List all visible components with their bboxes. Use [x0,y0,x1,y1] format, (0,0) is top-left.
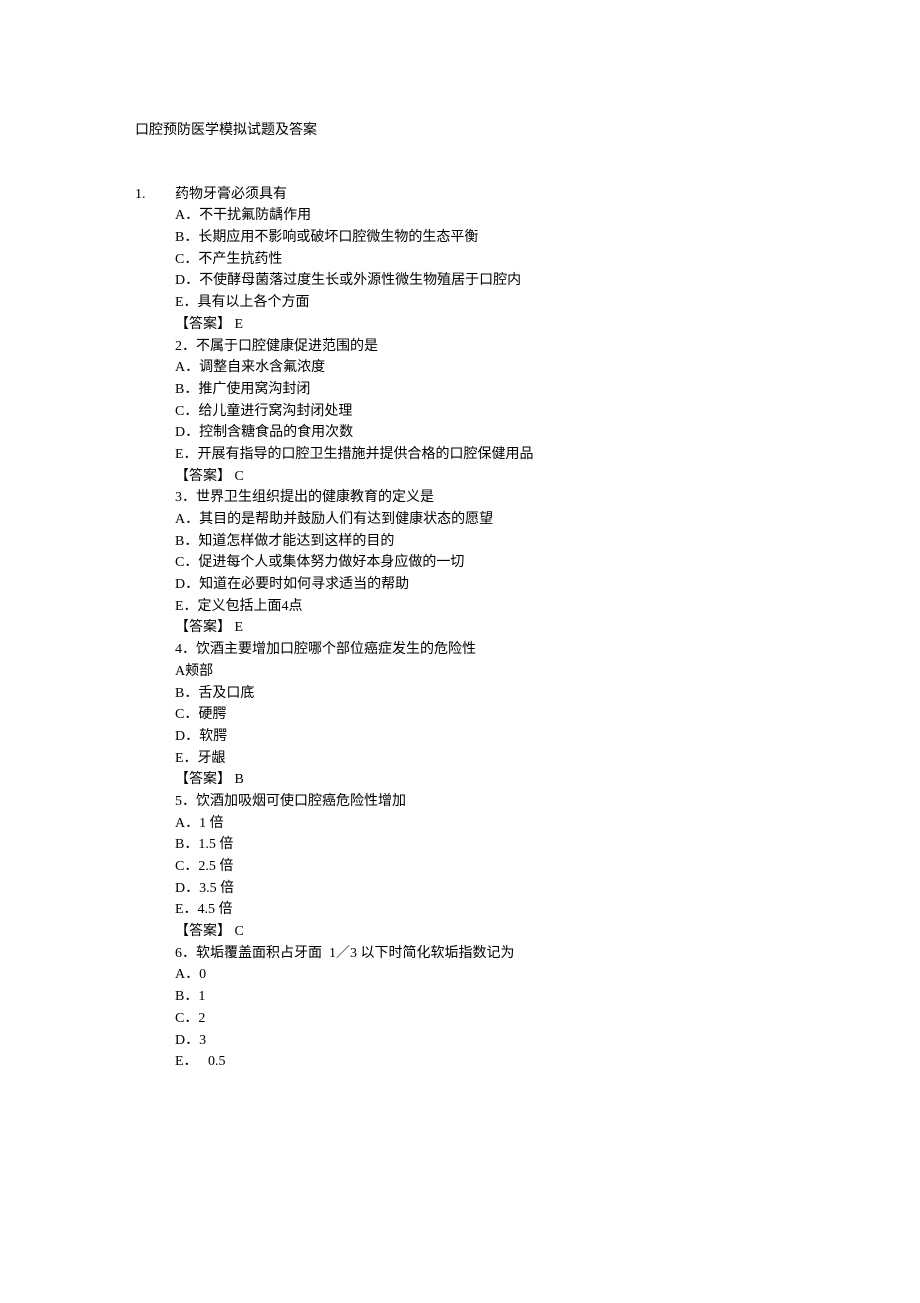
question-4-stem: 4．饮酒主要增加口腔哪个部位癌症发生的危险性 [175,639,785,661]
option-b: B．知道怎样做才能达到这样的目的 [175,531,785,553]
answer-label: 【答案】 E [175,314,785,336]
option-c: C．2.5 倍 [175,856,785,878]
question-1-body: A．不干扰氟防龋作用 B．长期应用不影响或破坏口腔微生物的生态平衡 C．不产生抗… [135,205,785,1073]
document-title: 口腔预防医学模拟试题及答案 [135,120,785,142]
option-a: A．其目的是帮助并鼓励人们有达到健康状态的愿望 [175,509,785,531]
question-1-stem: 1. 药物牙膏必须具有 [135,184,785,206]
question-5-stem: 5．饮酒加吸烟可使口腔癌危险性增加 [175,791,785,813]
option-b: B．1.5 倍 [175,834,785,856]
option-e: E．具有以上各个方面 [175,292,785,314]
document-page: 口腔预防医学模拟试题及答案 1. 药物牙膏必须具有 A．不干扰氟防龋作用 B．长… [0,0,920,1153]
question-number: 1. [135,184,175,206]
answer-label: 【答案】 C [175,921,785,943]
option-a: A．1 倍 [175,813,785,835]
option-e: E． 0.5 [175,1051,785,1073]
option-c: C．促进每个人或集体努力做好本身应做的一切 [175,552,785,574]
option-d: D．3 [175,1030,785,1052]
option-b: B．推广使用窝沟封闭 [175,379,785,401]
option-a: A．不干扰氟防龋作用 [175,205,785,227]
option-b: B．1 [175,986,785,1008]
option-d: D．不使酵母菌落过度生长或外源性微生物殖居于口腔内 [175,270,785,292]
option-d: D．控制含糖食品的食用次数 [175,422,785,444]
option-c: C．2 [175,1008,785,1030]
question-6-stem: 6．软垢覆盖面积占牙面 1／3 以下时简化软垢指数记为 [175,943,785,965]
option-d: D．软腭 [175,726,785,748]
option-e: E．定义包括上面4点 [175,596,785,618]
option-c: C．硬腭 [175,704,785,726]
option-e: E．开展有指导的口腔卫生措施并提供合格的口腔保健用品 [175,444,785,466]
option-c: C．给儿童进行窝沟封闭处理 [175,401,785,423]
question-2-stem: 2．不属于口腔健康促进范围的是 [175,336,785,358]
option-c: C．不产生抗药性 [175,249,785,271]
question-text: 药物牙膏必须具有 [175,184,287,206]
answer-label: 【答案】 B [175,769,785,791]
option-a: A．调整自来水含氟浓度 [175,357,785,379]
answer-label: 【答案】 C [175,466,785,488]
option-a: A．0 [175,964,785,986]
question-3-stem: 3．世界卫生组织提出的健康教育的定义是 [175,487,785,509]
option-b: B．舌及口底 [175,683,785,705]
option-a: A颊部 [175,661,785,683]
option-d: D．3.5 倍 [175,878,785,900]
option-b: B．长期应用不影响或破坏口腔微生物的生态平衡 [175,227,785,249]
option-e: E．牙龈 [175,748,785,770]
option-e: E．4.5 倍 [175,899,785,921]
option-d: D．知道在必要时如何寻求适当的帮助 [175,574,785,596]
answer-label: 【答案】 E [175,617,785,639]
